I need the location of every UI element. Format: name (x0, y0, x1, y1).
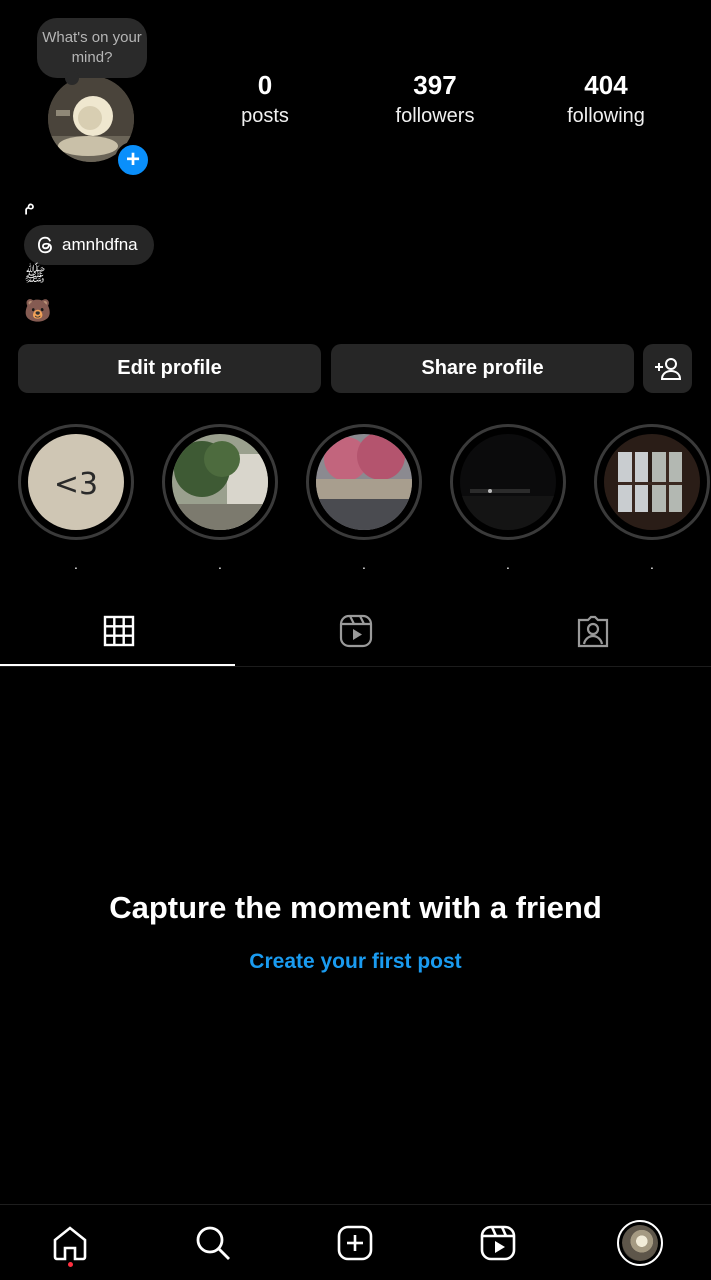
highlight-ring (450, 424, 566, 540)
threads-icon (36, 235, 56, 255)
create-first-post-link[interactable]: Create your first post (0, 950, 711, 974)
followers-stat[interactable]: 397 followers (365, 68, 505, 130)
posts-label: posts (241, 105, 289, 127)
nav-home[interactable] (46, 1219, 94, 1267)
bio-line-2: 🐻 (24, 298, 52, 323)
highlight-cover (316, 434, 412, 530)
reels-icon (480, 1225, 516, 1261)
highlight-item[interactable]: . (162, 424, 278, 574)
profile-name: م (24, 194, 36, 214)
highlight-cover (172, 434, 268, 530)
bio-line-1: ﷺ (24, 265, 46, 285)
note-bubble[interactable]: What's on your mind? (37, 18, 147, 85)
threads-handle: amnhdfna (62, 235, 138, 254)
followers-label: followers (395, 105, 475, 127)
edit-profile-button[interactable]: Edit profile (18, 344, 321, 393)
home-icon (53, 1226, 87, 1261)
highlight-cover: <3 (28, 434, 124, 530)
note-text: What's on your mind? (42, 29, 142, 66)
following-count: 404 (584, 70, 628, 100)
nav-create[interactable] (331, 1219, 379, 1267)
posts-stat[interactable]: 0 posts (195, 68, 335, 130)
discover-people-button[interactable] (643, 344, 692, 393)
highlight-item[interactable]: . (594, 424, 710, 574)
search-icon (196, 1226, 230, 1260)
highlight-item[interactable]: . (450, 424, 566, 574)
bottom-nav (0, 1204, 711, 1280)
highlight-ring (306, 424, 422, 540)
highlight-label: . (506, 556, 510, 572)
followers-count: 397 (413, 70, 457, 100)
profile-avatar-icon (617, 1220, 663, 1266)
nav-reels[interactable] (474, 1219, 522, 1267)
notification-dot (68, 1262, 73, 1267)
following-stat[interactable]: 404 following (536, 68, 676, 130)
highlight-label: . (650, 556, 654, 572)
nav-avatar-image (622, 1225, 658, 1261)
tab-reels[interactable] (237, 598, 474, 664)
threads-badge[interactable]: amnhdfna (24, 225, 154, 265)
highlight-cover (460, 434, 556, 530)
create-icon (337, 1225, 373, 1261)
profile-screen: What's on your mind? + 0 posts 397 follo… (0, 0, 711, 1280)
posts-count: 0 (257, 70, 273, 100)
highlight-label: . (218, 556, 222, 572)
tabs-divider (0, 666, 711, 667)
add-story-button[interactable]: + (115, 142, 151, 178)
tab-tagged[interactable] (474, 598, 711, 664)
edit-profile-label: Edit profile (117, 357, 222, 379)
nav-profile[interactable] (616, 1219, 664, 1267)
tagged-icon (577, 615, 608, 648)
highlight-ring: <3 (18, 424, 134, 540)
highlight-item[interactable]: . (306, 424, 422, 574)
highlight-ring (162, 424, 278, 540)
nav-search[interactable] (189, 1219, 237, 1267)
reels-icon (339, 614, 372, 648)
highlight-item[interactable]: <3 . (18, 424, 134, 574)
svg-text:<3: <3 (54, 467, 98, 502)
following-label: following (567, 105, 645, 127)
tab-posts-grid[interactable] (0, 598, 237, 664)
empty-state-title: Capture the moment with a friend (109, 890, 602, 925)
highlight-ring (594, 424, 710, 540)
highlight-cover (604, 434, 700, 530)
share-profile-label: Share profile (421, 357, 544, 379)
highlight-label: . (362, 556, 366, 572)
person-plus-icon (654, 357, 681, 380)
share-profile-button[interactable]: Share profile (331, 344, 634, 393)
grid-icon (103, 615, 134, 647)
highlight-label: . (74, 556, 78, 572)
